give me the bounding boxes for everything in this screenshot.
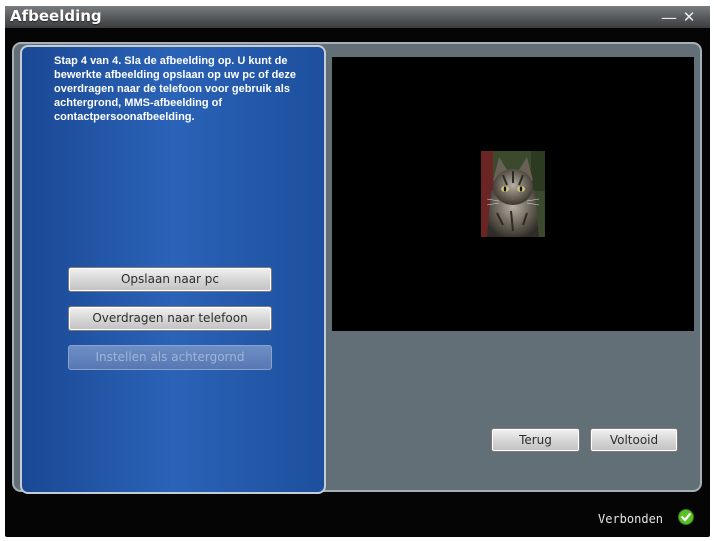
instruction-text: Stap 4 van 4. Sla de afbeelding op. U ku…: [54, 55, 297, 123]
set-as-background-button: Instellen als achtergornd: [68, 345, 272, 370]
instruction-panel: Stap 4 van 4. Sla de afbeelding op. U ku…: [20, 45, 326, 494]
image-preview: [332, 57, 694, 331]
window-title: Afbeelding: [10, 7, 102, 25]
close-icon[interactable]: ✕: [680, 10, 698, 25]
cat-photo-thumbnail: [481, 151, 545, 237]
back-button[interactable]: Terug: [491, 428, 580, 452]
finish-button[interactable]: Voltooid: [590, 428, 678, 452]
title-bar[interactable]: Afbeelding — ✕: [5, 6, 710, 28]
connection-status: Verbonden: [598, 512, 664, 526]
minimize-icon[interactable]: —: [660, 10, 678, 26]
transfer-to-phone-button[interactable]: Overdragen naar telefoon: [68, 306, 272, 331]
save-to-pc-button[interactable]: Opslaan naar pc: [68, 267, 272, 292]
check-circle-icon: [678, 509, 694, 525]
